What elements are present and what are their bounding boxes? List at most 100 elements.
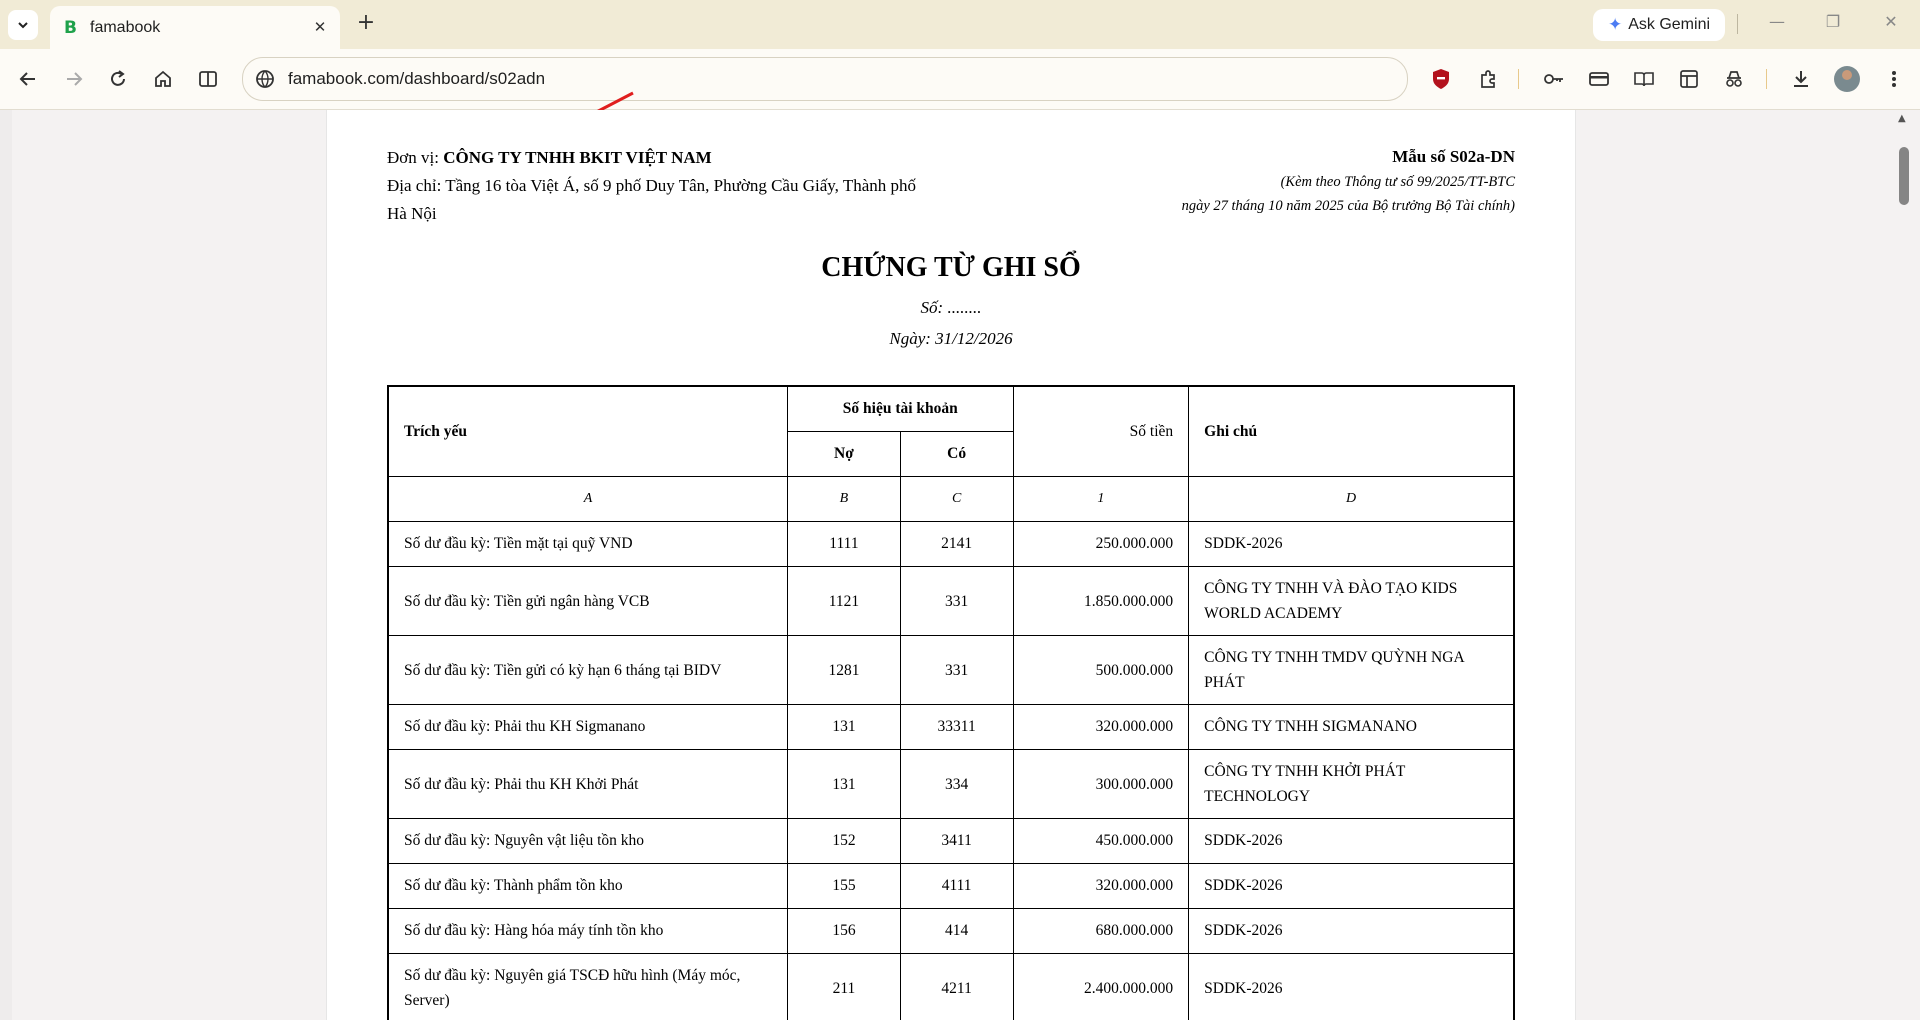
incognito-button[interactable] (1720, 65, 1748, 93)
credit-cell: 4111 (899, 863, 1014, 909)
split-view-icon (199, 71, 217, 87)
shield-icon (1433, 69, 1449, 89)
address-bar[interactable]: famabook.com/dashboard/s02adn (242, 57, 1408, 101)
credit-cell: 3411 (899, 818, 1014, 864)
summary-cell: Số dư đầu kỳ: Thành phẩm tồn kho (387, 863, 789, 909)
credit-cell: 4211 (899, 953, 1014, 1020)
new-tab-button[interactable]: + (354, 12, 378, 36)
restore-button[interactable]: ❐ (1818, 12, 1848, 36)
amount-cell: 300.000.000 (1012, 749, 1190, 819)
downloads-button[interactable] (1787, 65, 1815, 93)
col-debit-header: Nợ (787, 431, 901, 477)
key-icon (1544, 74, 1563, 84)
header-row: Trích yếu Số hiệu tài khoản Số tiền Ghi … (387, 385, 1515, 477)
credit-cell: 331 (899, 635, 1014, 705)
code-cell: B (787, 476, 901, 522)
debit-cell: 152 (787, 818, 901, 864)
reading-mode-button[interactable] (1630, 65, 1658, 93)
unit-label: Đơn vị: (387, 148, 439, 167)
document-date: Ngày: 31/12/2026 (889, 329, 1013, 348)
tab-strip: B famabook ✕ + ✦ Ask Gemini — ❐ ✕ (0, 0, 1920, 49)
site-info-icon[interactable] (255, 69, 275, 89)
divider (1737, 14, 1738, 34)
ask-gemini-label: Ask Gemini (1628, 16, 1711, 33)
vertical-scrollbar[interactable]: ▲ (1890, 110, 1920, 1020)
reload-button[interactable] (104, 65, 132, 93)
col-credit-header: Có (899, 431, 1014, 477)
passwords-button[interactable] (1540, 65, 1568, 93)
ask-gemini-button[interactable]: ✦ Ask Gemini (1593, 9, 1725, 41)
summary-cell: Số dư đầu kỳ: Hàng hóa máy tính tồn kho (387, 908, 789, 954)
payment-methods-button[interactable] (1585, 65, 1613, 93)
scroll-up-icon[interactable]: ▲ (1898, 113, 1906, 124)
home-button[interactable] (149, 65, 177, 93)
download-icon (1794, 71, 1808, 87)
puzzle-icon (1481, 70, 1495, 88)
unit-name: CÔNG TY TNHH BKIT VIỆT NAM (443, 148, 712, 167)
document-number: Số: ........ (920, 298, 982, 317)
table-row: Số dư đầu kỳ: Tiền mặt tại quỹ VND 1111 … (387, 521, 1515, 567)
minimize-button[interactable]: — (1762, 12, 1792, 36)
left-gutter (0, 110, 12, 1020)
debit-cell: 156 (787, 908, 901, 954)
address-line-1: Địa chỉ: Tầng 16 tòa Việt Á, số 9 phố Du… (387, 176, 917, 195)
forward-button[interactable] (60, 65, 88, 93)
summary-cell: Số dư đầu kỳ: Phải thu KH Khởi Phát (387, 749, 789, 819)
summary-cell: Số dư đầu kỳ: Nguyên vật liệu tồn kho (387, 818, 789, 864)
forward-arrow-icon (67, 72, 83, 86)
code-cell: A (387, 476, 789, 522)
book-icon (1634, 72, 1654, 87)
tab-groups-button[interactable] (1675, 65, 1703, 93)
amount-cell: 320.000.000 (1012, 863, 1190, 909)
browser-toolbar: famabook.com/dashboard/s02adn (0, 49, 1920, 122)
document-title: CHỨNG TỪ GHI SỔ (821, 252, 1081, 283)
form-note-2: ngày 27 tháng 10 năm 2025 của Bộ trưởng … (1181, 198, 1515, 214)
active-tab[interactable]: B famabook ✕ (50, 6, 340, 49)
close-tab-icon[interactable]: ✕ (310, 17, 330, 37)
table-row: Số dư đầu kỳ: Nguyên giá TSCĐ hữu hình (… (387, 953, 1515, 1020)
credit-card-icon (1589, 72, 1609, 86)
amount-cell: 680.000.000 (1012, 908, 1190, 954)
profile-avatar[interactable] (1834, 66, 1860, 92)
split-view-button[interactable] (194, 65, 222, 93)
tab-search-button[interactable] (8, 10, 38, 40)
debit-cell: 211 (787, 953, 901, 1020)
toolbar-divider (1518, 69, 1519, 89)
more-vert-icon (1892, 71, 1896, 87)
debit-cell: 131 (787, 749, 901, 819)
extension-shield-button[interactable] (1427, 65, 1455, 93)
note-cell: CÔNG TY TNHH KHỞI PHÁT TECHNOLOGY (1188, 749, 1515, 819)
note-cell: SDDK-2026 (1188, 818, 1515, 864)
chevron-down-icon (18, 22, 28, 29)
amount-cell: 450.000.000 (1012, 818, 1190, 864)
column-code-row: A B C 1 D (387, 476, 1515, 522)
summary-cell: Số dư đầu kỳ: Phải thu KH Sigmanano (387, 704, 789, 750)
url-text[interactable]: famabook.com/dashboard/s02adn (288, 69, 545, 89)
table-row: Số dư đầu kỳ: Phải thu KH Khởi Phát 131 … (387, 749, 1515, 819)
close-window-button[interactable]: ✕ (1876, 12, 1906, 36)
toolbar-divider (1766, 69, 1767, 89)
debit-cell: 1121 (787, 566, 901, 636)
credit-cell: 331 (899, 566, 1014, 636)
back-button[interactable] (14, 65, 42, 93)
summary-cell: Số dư đầu kỳ: Tiền gửi có kỳ hạn 6 tháng… (387, 635, 789, 705)
amount-cell: 320.000.000 (1012, 704, 1190, 750)
amount-cell: 1.850.000.000 (1012, 566, 1190, 636)
table-row: Số dư đầu kỳ: Hàng hóa máy tính tồn kho … (387, 908, 1515, 954)
extensions-button[interactable] (1474, 65, 1502, 93)
table-row: Số dư đầu kỳ: Tiền gửi có kỳ hạn 6 tháng… (387, 635, 1515, 705)
page-viewport: Đơn vị: CÔNG TY TNHH BKIT VIỆT NAM Địa c… (0, 110, 1920, 1020)
note-cell: SDDK-2026 (1188, 863, 1515, 909)
table-row: Số dư đầu kỳ: Nguyên vật liệu tồn kho 15… (387, 818, 1515, 864)
scrollbar-thumb[interactable] (1899, 147, 1909, 205)
ledger-table: Trích yếu Số hiệu tài khoản Số tiền Ghi … (387, 385, 1515, 1020)
company-info: Đơn vị: CÔNG TY TNHH BKIT VIỆT NAM Địa c… (387, 144, 947, 228)
summary-cell: Số dư đầu kỳ: Nguyên giá TSCĐ hữu hình (… (387, 953, 789, 1020)
debit-cell: 131 (787, 704, 901, 750)
browser-menu-button[interactable] (1880, 65, 1908, 93)
debit-cell: 155 (787, 863, 901, 909)
amount-cell: 500.000.000 (1012, 635, 1190, 705)
note-cell: CÔNG TY TNHH VÀ ĐÀO TẠO KIDS WORLD ACADE… (1188, 566, 1515, 636)
table-row: Số dư đầu kỳ: Phải thu KH Sigmanano 131 … (387, 704, 1515, 750)
tab-title: famabook (90, 19, 161, 36)
